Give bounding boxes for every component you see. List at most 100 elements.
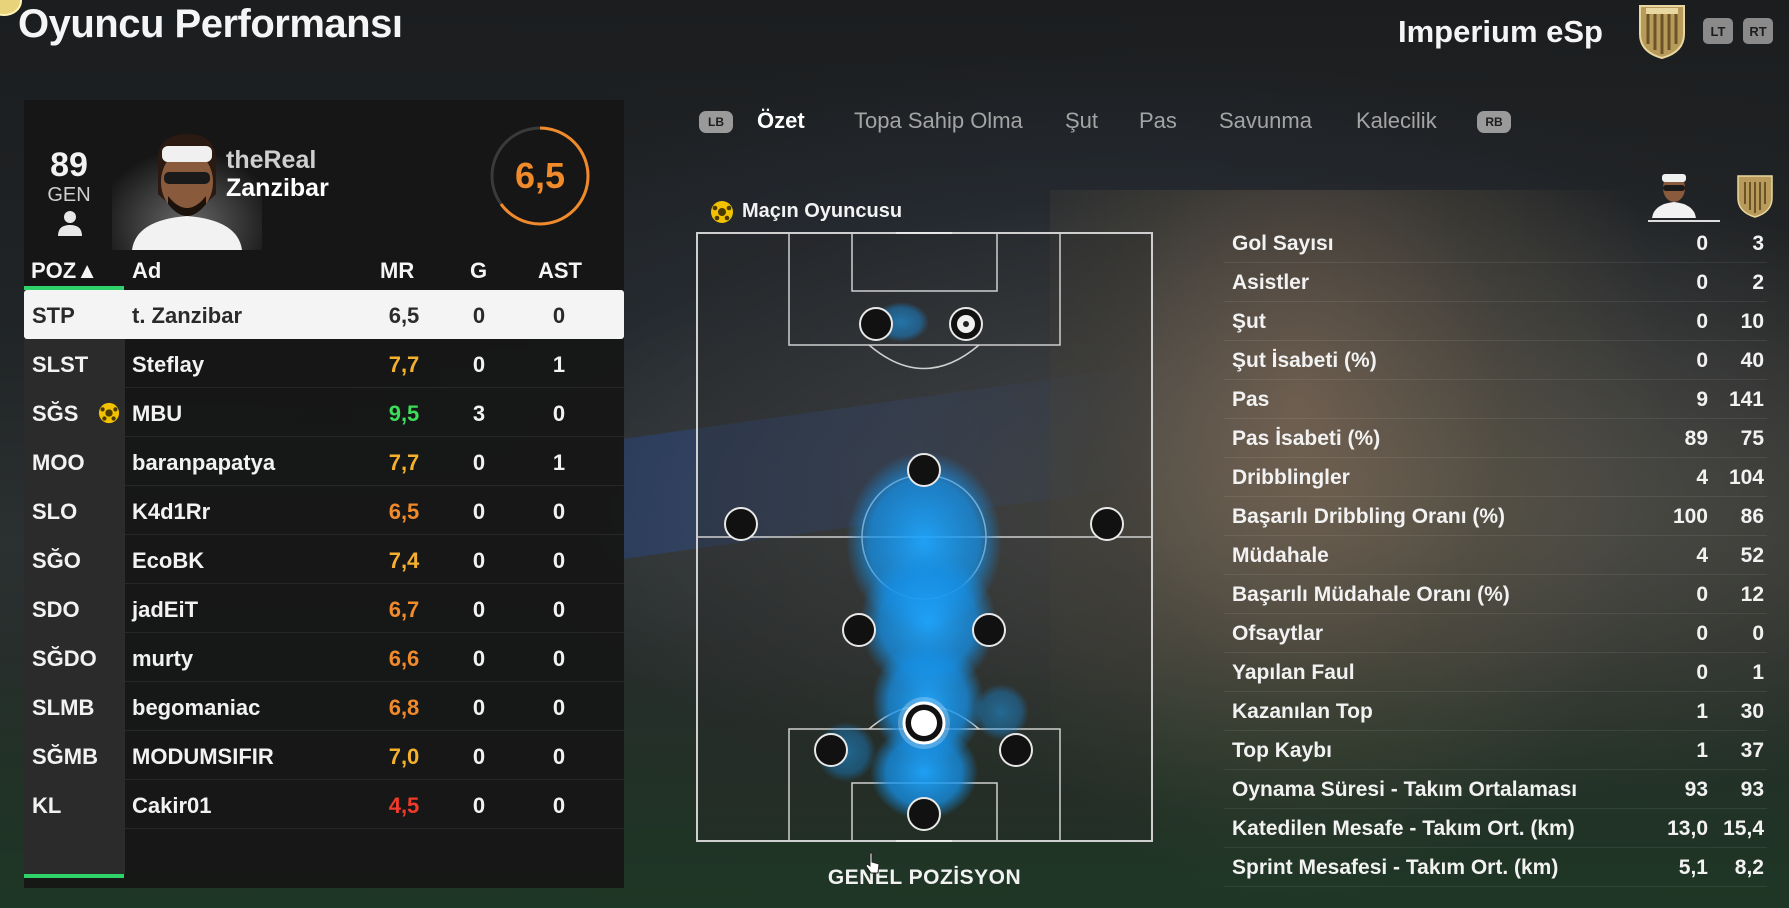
position-heatmap-pitch bbox=[696, 232, 1153, 842]
player-position: STP bbox=[32, 303, 75, 328]
stat-row: Ofsaytlar 0 0 bbox=[1224, 614, 1767, 653]
player-column-underline bbox=[1648, 220, 1720, 222]
player-table: STP t. Zanzibar 6,5 0 0 SLST Steflay 7,7 0 1 SĞS MB… bbox=[24, 290, 624, 829]
player-assists: 0 bbox=[552, 793, 566, 818]
stat-team-value: 75 bbox=[1740, 427, 1764, 450]
player-name: MBU bbox=[132, 401, 183, 426]
player-match-rating: 4,5 bbox=[388, 793, 420, 818]
player-position: SĞS bbox=[32, 401, 79, 426]
page-title: Oyuncu Performansı bbox=[18, 2, 403, 46]
stat-label: Gol Sayısı bbox=[1232, 232, 1334, 255]
stat-player-value: 0 bbox=[1696, 310, 1708, 333]
stat-player-value: 9 bbox=[1696, 388, 1708, 411]
stat-row: Yapılan Faul 0 1 bbox=[1224, 653, 1767, 692]
player-assists: 1 bbox=[552, 352, 566, 377]
stat-label: Katedilen Mesafe - Takım Ort. (km) bbox=[1232, 817, 1575, 840]
tab-item[interactable]: Pas bbox=[1139, 108, 1177, 134]
stat-player-value: 1 bbox=[1696, 739, 1708, 762]
player-name-first: theReal bbox=[226, 146, 317, 174]
tab-item[interactable]: Özet bbox=[757, 108, 805, 134]
lt-button[interactable]: LT bbox=[1703, 18, 1733, 44]
header-assists[interactable]: AST bbox=[538, 258, 582, 284]
player-dot bbox=[907, 797, 941, 831]
stat-label: Kazanılan Top bbox=[1232, 700, 1373, 723]
player-name: EcoBK bbox=[132, 548, 205, 573]
header-goals[interactable]: G bbox=[470, 258, 487, 284]
player-position: SLMB bbox=[32, 695, 95, 720]
stat-label: Şut bbox=[1232, 310, 1266, 333]
stat-player-value: 89 bbox=[1684, 427, 1708, 450]
player-name: jadEiT bbox=[132, 597, 199, 622]
stat-row: Dribblingler 4 104 bbox=[1224, 458, 1767, 497]
rt-button[interactable]: RT bbox=[1743, 18, 1773, 44]
player-mini-avatar bbox=[1652, 174, 1696, 218]
selected-player-dot bbox=[898, 697, 950, 749]
tab-item[interactable]: Kalecilik bbox=[1356, 108, 1437, 134]
player-assists: 0 bbox=[552, 744, 566, 769]
player-assists: 0 bbox=[552, 597, 566, 622]
player-goals: 0 bbox=[472, 695, 486, 720]
player-row[interactable]: SĞO EcoBK 7,4 0 0 bbox=[24, 535, 624, 584]
stat-team-value: 1 bbox=[1752, 661, 1764, 684]
player-dot bbox=[1090, 507, 1124, 541]
stat-label: Ofsaytlar bbox=[1232, 622, 1324, 645]
player-row[interactable]: SLO K4d1Rr 6,5 0 0 bbox=[24, 486, 624, 535]
stat-player-value: 0 bbox=[1696, 661, 1708, 684]
stat-label: Pas bbox=[1232, 388, 1270, 411]
position-column-filler bbox=[24, 828, 125, 874]
stat-team-value: 2 bbox=[1752, 271, 1764, 294]
player-row[interactable]: MOO baranpapatya 7,7 0 1 bbox=[24, 437, 624, 486]
player-card: 89 GEN theReal Zanzibar 6,5 bbox=[24, 100, 624, 250]
ball-icon bbox=[949, 307, 983, 341]
header-name[interactable]: Ad bbox=[132, 258, 161, 284]
player-goals: 0 bbox=[472, 352, 486, 377]
player-position: SĞMB bbox=[32, 744, 98, 769]
overall-label: GEN bbox=[47, 184, 91, 206]
player-row[interactable]: SĞS MBU 9,5 3 0 bbox=[24, 388, 624, 437]
player-match-rating: 6,7 bbox=[388, 597, 420, 622]
stat-team-value: 52 bbox=[1740, 544, 1764, 567]
player-row[interactable]: STP t. Zanzibar 6,5 0 0 bbox=[24, 290, 624, 339]
tab-item[interactable]: Savunma bbox=[1219, 108, 1312, 134]
player-match-rating: 7,7 bbox=[388, 352, 420, 377]
header-position[interactable]: POZ▲ bbox=[31, 258, 98, 284]
stat-player-value: 1 bbox=[1696, 700, 1708, 723]
stat-row: Asistler 0 2 bbox=[1224, 263, 1767, 302]
player-match-rating: 6,5 bbox=[388, 499, 420, 524]
player-assists: 1 bbox=[552, 450, 566, 475]
soccer-ball-gold-icon bbox=[711, 201, 733, 223]
stat-label: Sprint Mesafesi - Takım Ort. (km) bbox=[1232, 856, 1559, 879]
stat-row: Şut 0 10 bbox=[1224, 302, 1767, 341]
stat-label: Şut İsabeti (%) bbox=[1232, 349, 1377, 372]
tab-item[interactable]: Şut bbox=[1065, 108, 1098, 134]
lb-button[interactable]: LB bbox=[699, 111, 733, 133]
player-row[interactable]: SDO jadEiT 6,7 0 0 bbox=[24, 584, 624, 633]
team-name: Imperium eSp bbox=[1398, 14, 1603, 49]
header-match-rating[interactable]: MR bbox=[380, 258, 414, 284]
player-row[interactable]: SLST Steflay 7,7 0 1 bbox=[24, 339, 624, 388]
player-row[interactable]: SĞMB MODUMSIFIR 7,0 0 0 bbox=[24, 731, 624, 780]
stat-label: Başarılı Dribbling Oranı (%) bbox=[1232, 505, 1506, 528]
rb-button[interactable]: RB bbox=[1477, 111, 1511, 133]
tab-item[interactable]: Topa Sahip Olma bbox=[854, 108, 1023, 134]
player-row[interactable]: SLMB begomaniac 6,8 0 0 bbox=[24, 682, 624, 731]
player-goals: 0 bbox=[472, 450, 486, 475]
player-dot bbox=[724, 507, 758, 541]
player-assists: 0 bbox=[552, 695, 566, 720]
player-row[interactable]: SĞDO murty 6,6 0 0 bbox=[24, 633, 624, 682]
player-position: SLO bbox=[32, 499, 78, 524]
stat-label: Başarılı Müdahale Oranı (%) bbox=[1232, 583, 1510, 606]
player-goals: 0 bbox=[472, 548, 486, 573]
stat-label: Asistler bbox=[1232, 271, 1310, 294]
player-goals: 0 bbox=[472, 597, 486, 622]
scroll-indicator bbox=[24, 874, 124, 878]
stat-row: Sprint Mesafesi - Takım Ort. (km) 5,1 8,2 bbox=[1224, 848, 1767, 887]
stat-row: Kazanılan Top 1 30 bbox=[1224, 692, 1767, 731]
player-position: KL bbox=[32, 793, 62, 818]
team-crest-small-icon bbox=[1737, 175, 1773, 218]
player-goals: 0 bbox=[472, 499, 486, 524]
player-goals: 0 bbox=[472, 744, 486, 769]
overall-rating: 89 bbox=[50, 146, 88, 184]
player-row[interactable]: KL Cakir01 4,5 0 0 bbox=[24, 780, 624, 829]
stat-player-value: 0 bbox=[1696, 232, 1708, 255]
